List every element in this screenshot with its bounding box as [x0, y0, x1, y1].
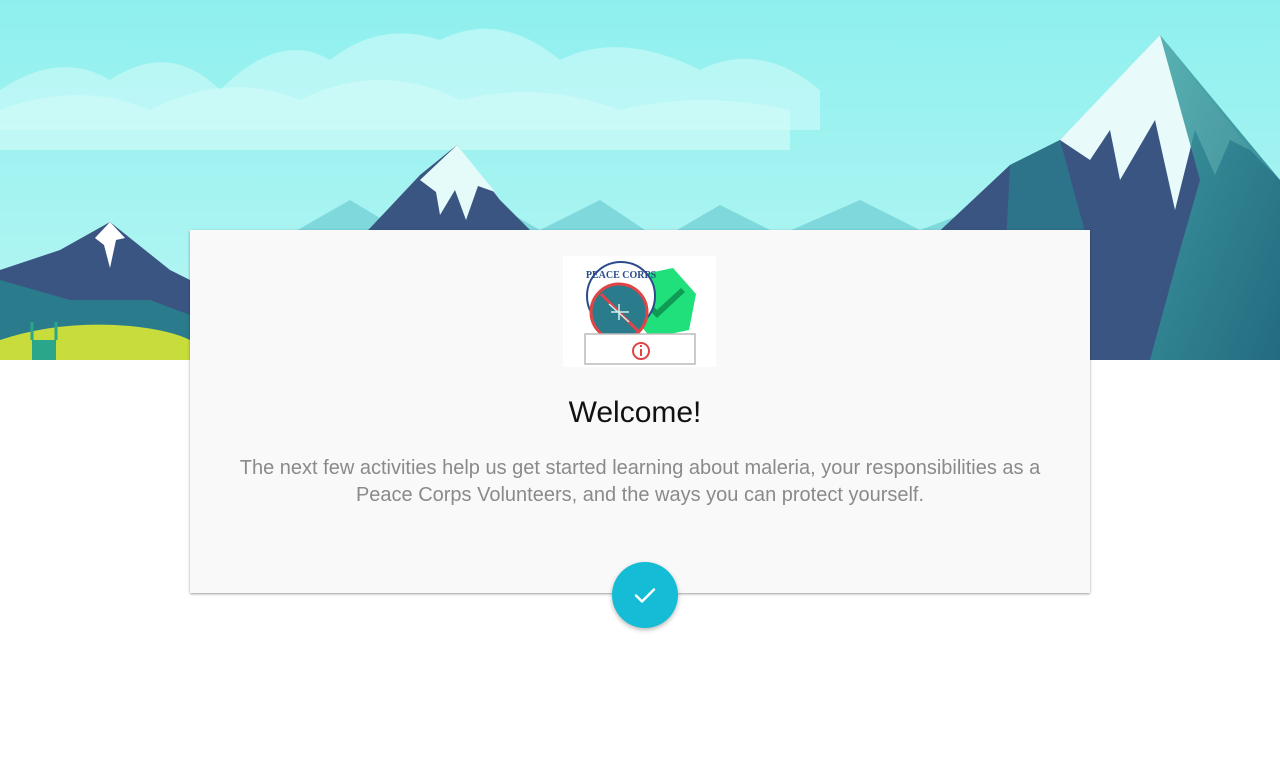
logo-text: PEACE CORPS [586, 270, 657, 281]
check-icon [634, 588, 656, 603]
continue-button[interactable] [612, 562, 678, 628]
welcome-title: Welcome! [568, 396, 702, 429]
welcome-card: PEACE CORPS Welcome! The next few activi… [190, 230, 1090, 593]
peace-corps-malaria-logo: PEACE CORPS [563, 256, 716, 367]
welcome-description: The next few activities help us get star… [239, 457, 1041, 506]
